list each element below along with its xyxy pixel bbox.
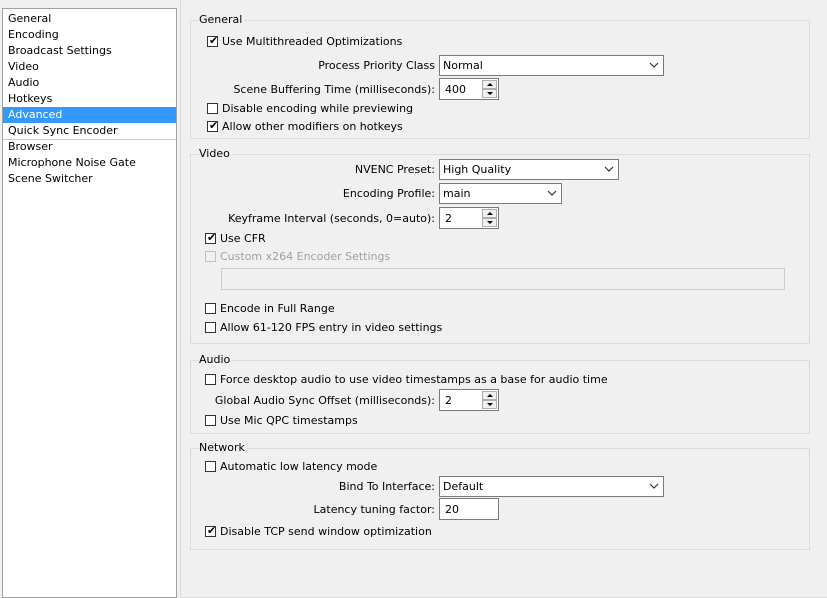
sidebar-item-quick-sync-encoder[interactable]: Quick Sync Encoder (3, 123, 176, 139)
audio-sync-spinbox[interactable]: 2 (439, 389, 499, 411)
chevron-down-icon (604, 166, 614, 172)
multithreaded-label: Use Multithreaded Optimizations (222, 35, 403, 48)
priority-combobox[interactable]: Normal (439, 55, 664, 76)
disable-tcp-window-checkbox[interactable]: ✔ (205, 524, 217, 537)
use-cfr-label: Use CFR (220, 232, 266, 245)
spin-up-button[interactable] (482, 209, 497, 218)
spin-down-button[interactable] (482, 89, 497, 98)
check-mark-icon: ✔ (207, 524, 217, 537)
buffering-label: Scene Buffering Time (milliseconds): (233, 83, 435, 96)
sidebar-item-audio[interactable]: Audio (3, 75, 176, 91)
sidebar-item-browser[interactable]: Browser (3, 139, 176, 155)
latency-tuning-input[interactable]: 20 (439, 498, 499, 520)
arrow-down-icon (487, 221, 493, 224)
low-latency-checkbox[interactable] (205, 461, 216, 472)
arrow-up-icon (487, 83, 493, 86)
chevron-down-icon (649, 483, 659, 489)
buffering-spinbox[interactable]: 400 (439, 78, 499, 100)
sidebar-item-hotkeys[interactable]: Hotkeys (3, 91, 176, 107)
nvenc-preset-combobox[interactable]: High Quality (439, 159, 619, 180)
latency-tuning-value: 20 (445, 503, 459, 516)
mic-qpc-label: Use Mic QPC timestamps (220, 414, 358, 427)
multithreaded-checkbox[interactable]: ✔ (207, 34, 219, 47)
use-cfr-checkbox[interactable]: ✔ (205, 231, 217, 244)
buffering-value: 400 (445, 83, 466, 96)
keyframe-value: 2 (445, 212, 452, 225)
sidebar-item-microphone-noise-gate[interactable]: Microphone Noise Gate (3, 155, 176, 171)
bind-interface-label: Bind To Interface: (338, 480, 435, 493)
nvenc-value: High Quality (443, 163, 512, 176)
sidebar-item-broadcast-settings[interactable]: Broadcast Settings (3, 43, 176, 59)
general-group-title: General (199, 13, 245, 26)
profile-value: main (443, 187, 471, 200)
spin-down-button[interactable] (482, 400, 497, 409)
custom-x264-label: Custom x264 Encoder Settings (220, 250, 391, 263)
priority-label: Process Priority Class (318, 59, 435, 72)
custom-x264-checkbox[interactable] (205, 251, 216, 262)
keyframe-spinbox[interactable]: 2 (439, 207, 499, 229)
profile-label: Encoding Profile: (342, 187, 435, 200)
keyframe-label: Keyframe Interval (seconds, 0=auto): (228, 212, 435, 225)
sidebar-item-advanced[interactable]: Advanced (3, 107, 176, 123)
spin-up-button[interactable] (482, 391, 497, 400)
high-fps-label: Allow 61-120 FPS entry in video settings (220, 321, 443, 334)
full-range-label: Encode in Full Range (220, 302, 335, 315)
audio-sync-value: 2 (445, 394, 452, 407)
latency-tuning-label: Latency tuning factor: (313, 503, 435, 516)
force-desktop-audio-checkbox[interactable] (205, 374, 216, 385)
bind-interface-value: Default (443, 480, 484, 493)
arrow-down-icon (487, 92, 493, 95)
nvenc-label: NVENC Preset: (354, 163, 435, 176)
spin-up-button[interactable] (482, 80, 497, 89)
audio-group-title: Audio (199, 353, 233, 366)
mic-qpc-checkbox[interactable] (205, 415, 216, 426)
spin-down-button[interactable] (482, 218, 497, 227)
check-mark-icon: ✔ (209, 34, 219, 47)
disable-preview-checkbox[interactable] (207, 103, 218, 114)
modifiers-checkbox[interactable]: ✔ (207, 119, 219, 132)
disable-preview-label: Disable encoding while previewing (222, 102, 414, 115)
disable-tcp-window-label: Disable TCP send window optimization (220, 525, 432, 538)
full-range-checkbox[interactable] (205, 303, 216, 314)
check-mark-icon: ✔ (207, 231, 217, 244)
sidebar-item-scene-switcher[interactable]: Scene Switcher (3, 171, 176, 187)
low-latency-label: Automatic low latency mode (220, 460, 378, 473)
force-desktop-audio-label: Force desktop audio to use video timesta… (220, 373, 608, 386)
settings-category-list[interactable]: General Encoding Broadcast Settings Vide… (2, 8, 177, 598)
arrow-up-icon (487, 212, 493, 215)
high-fps-checkbox[interactable] (205, 322, 216, 333)
arrow-up-icon (487, 394, 493, 397)
network-group-title: Network (199, 441, 247, 454)
sidebar-item-video[interactable]: Video (3, 59, 176, 75)
video-group-title: Video (199, 147, 232, 160)
modifiers-label: Allow other modifiers on hotkeys (222, 120, 403, 133)
chevron-down-icon (547, 190, 557, 196)
bind-interface-combobox[interactable]: Default (439, 476, 664, 497)
priority-value: Normal (443, 59, 483, 72)
chevron-down-icon (649, 62, 659, 68)
custom-x264-input[interactable] (221, 268, 785, 290)
sidebar-item-general[interactable]: General (3, 11, 176, 27)
check-mark-icon: ✔ (209, 119, 219, 132)
sidebar-item-encoding[interactable]: Encoding (3, 27, 176, 43)
arrow-down-icon (487, 403, 493, 406)
encoding-profile-combobox[interactable]: main (439, 183, 562, 204)
audio-sync-label: Global Audio Sync Offset (milliseconds): (214, 394, 435, 407)
